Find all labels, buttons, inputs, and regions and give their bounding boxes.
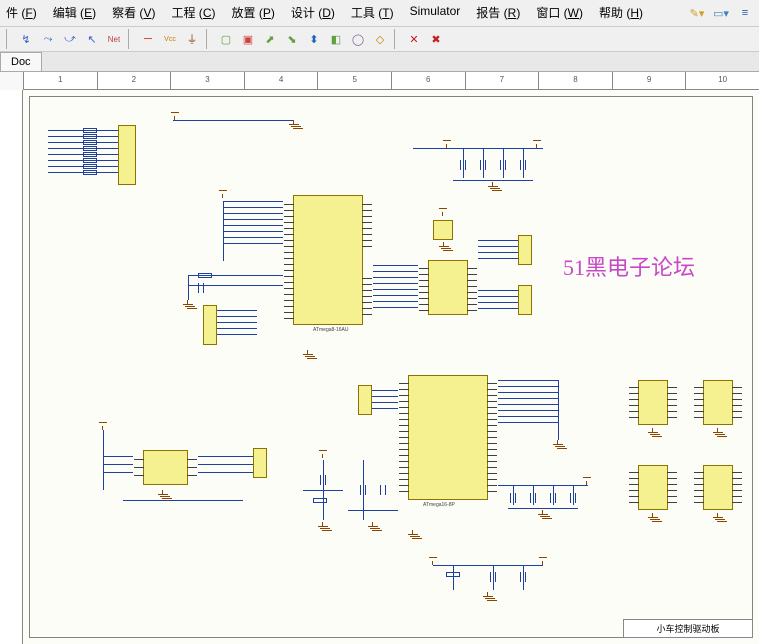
menu-report[interactable]: 报告 (R) [474,3,522,23]
vcc-icon[interactable]: Vcc [160,29,180,49]
menu-window[interactable]: 窗口 (W) [534,3,585,23]
connector-p1[interactable] [118,125,136,185]
net-label-icon[interactable]: Net [104,29,124,49]
ic-driver-3[interactable] [638,465,668,510]
polygon-icon[interactable]: ◇ [370,29,390,49]
menu-edit[interactable]: 编辑 (E) [51,3,98,23]
page-icon[interactable]: ▭▾ [711,3,731,23]
horizontal-ruler: 1 2 3 4 5 6 7 8 9 10 [23,72,759,90]
menu-view[interactable]: 察看 (V) [110,3,157,23]
harness-icon[interactable]: ◧ [326,29,346,49]
connector-j2[interactable] [518,285,532,315]
port-bi-icon[interactable]: ⬍ [304,29,324,49]
pencil-icon[interactable]: ✎▾ [687,3,707,23]
wire-diag1-icon[interactable]: ↯ [16,29,36,49]
doc-tab[interactable]: Doc [0,52,42,71]
menu-file[interactable]: 件 (F) [4,3,39,23]
no-erc-icon[interactable]: ✕ [404,29,424,49]
menu-help[interactable]: 帮助 (H) [597,3,645,23]
title-block: 小车控制驱动板 [623,619,753,638]
cursor-icon[interactable]: ↖ [82,29,102,49]
gnd-icon[interactable]: ⏚ [182,29,202,49]
menu-project[interactable]: 工程 (C) [169,3,217,23]
watermark-text: 51黑电子论坛 [563,250,695,282]
schematic-sheet[interactable]: 51黑电子论坛 [23,90,759,644]
ic-driver-2[interactable] [703,380,733,425]
power-line-icon[interactable]: ─ [138,29,158,49]
vertical-ruler [0,90,23,644]
align-icon[interactable]: ≡ [735,3,755,23]
ic-u3[interactable] [408,375,488,500]
ic-u2[interactable] [428,260,468,315]
ic-driver-1[interactable] [638,380,668,425]
schematic-canvas[interactable]: 1 2 3 4 5 6 7 8 9 10 51黑电子论坛 [0,72,759,644]
ic-u1[interactable] [293,195,363,325]
connector-left[interactable] [203,305,217,345]
menu-tools[interactable]: 工具 (T) [349,3,396,23]
delete-icon[interactable]: ✖ [426,29,446,49]
wire-diag2-icon[interactable]: ⤻ [60,29,80,49]
connector-rtc[interactable] [253,448,267,478]
port-in-icon[interactable]: ⬈ [260,29,280,49]
place-toolbar: ↯ ⤳ ⤻ ↖ Net ─ Vcc ⏚ ▢ ▣ ⬈ ⬊ ⬍ ◧ ◯ ◇ ✕ ✖ [0,27,759,52]
port-out-icon[interactable]: ⬊ [282,29,302,49]
part-icon[interactable]: ▢ [216,29,236,49]
ic-u4[interactable] [143,450,188,485]
document-tabs: Doc [0,52,759,72]
menu-simulator[interactable]: Simulator [408,3,463,23]
ic-driver-4[interactable] [703,465,733,510]
ellipse-icon[interactable]: ◯ [348,29,368,49]
menu-design[interactable]: 设计 (D) [289,3,337,23]
sheet-icon[interactable]: ▣ [238,29,258,49]
connector-j1[interactable] [518,235,532,265]
connector-u3-top[interactable] [358,385,372,415]
menu-place[interactable]: 放置 (P) [229,3,276,23]
ic-small-top[interactable] [433,220,453,240]
menu-bar: 件 (F) 编辑 (E) 察看 (V) 工程 (C) 放置 (P) 设计 (D)… [0,0,759,27]
wire-horiz-icon[interactable]: ⤳ [38,29,58,49]
